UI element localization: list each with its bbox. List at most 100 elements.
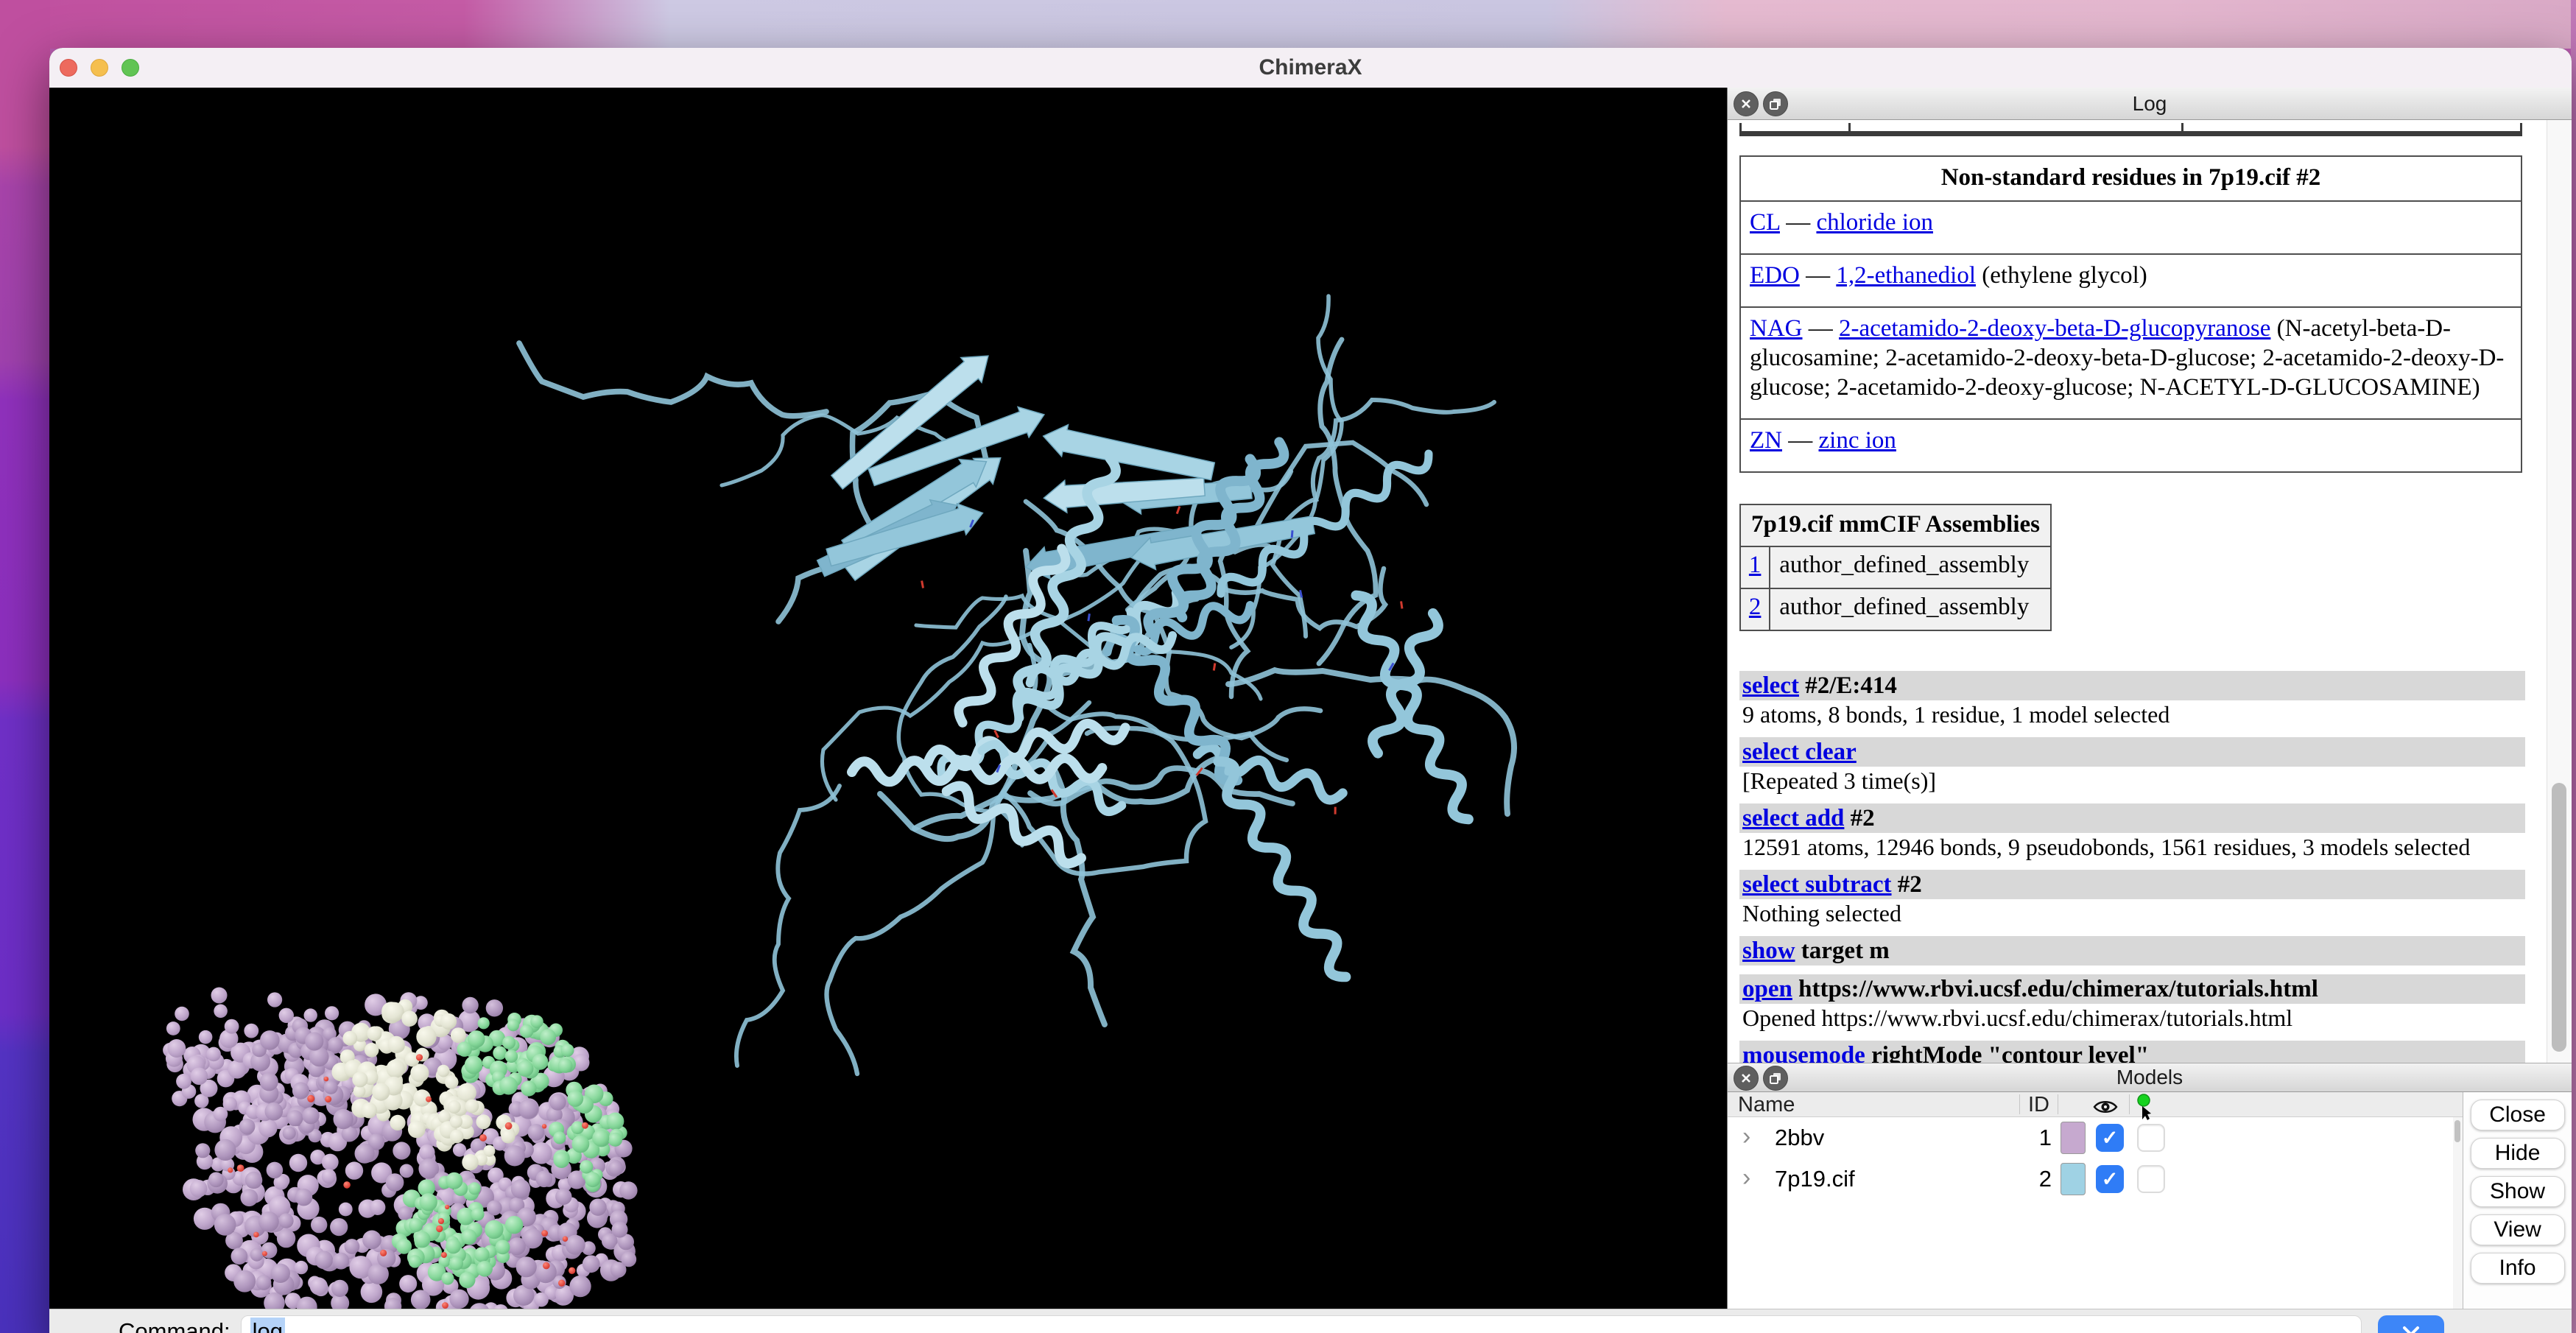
residue-row: ZN — zinc ion [1740,419,2522,472]
log-entry: select add #2 12591 atoms, 12946 bonds, … [1739,803,2535,861]
assembly-desc: author_defined_assembly [1770,546,2051,588]
spacefill-model-2bbv [163,988,638,1309]
log-scrollbar[interactable] [2547,120,2572,1063]
model-shown-checkbox[interactable]: ✓ [2096,1165,2124,1193]
ribbon-model-7p19 [519,296,1514,1074]
log-entry: select clear [Repeated 3 time(s)] [1739,737,2535,795]
model-id: 1 [2022,1125,2052,1151]
command-response: [Repeated 3 time(s)] [1739,767,2535,795]
command-help-link[interactable]: select subtract [1742,871,1892,898]
command-response: 9 atoms, 8 bonds, 1 residue, 1 model sel… [1739,700,2535,728]
wallpaper-top [0,0,2576,49]
residue-row: CL — chloride ion [1740,201,2522,254]
residue-code-link[interactable]: NAG [1750,315,1803,342]
close-model-button[interactable]: Close [2471,1100,2565,1130]
model-id: 2 [2022,1166,2052,1192]
wallpaper-left [0,0,50,1333]
log-undock-button[interactable] [1763,91,1788,116]
model-select-checkbox[interactable] [2137,1165,2165,1193]
models-close-button[interactable] [1734,1066,1759,1091]
show-model-button[interactable]: Show [2471,1176,2565,1207]
command-response: Nothing selected [1739,899,2535,927]
models-body: Name ID › 2bbv [1728,1092,2572,1309]
residue-name-link[interactable]: chloride ion [1816,209,1933,236]
models-table-header: Name ID [1728,1092,2463,1117]
right-panel: Log Non-standard residues in 7p19.cif #2… [1727,88,2572,1309]
view-model-button[interactable]: View [2471,1214,2565,1245]
zoom-window-button[interactable] [122,59,139,77]
close-icon [1739,1072,1753,1085]
residue-row: EDO — 1,2-ethanediol (ethylene glycol) [1740,254,2522,307]
window-titlebar: ChimeraX [49,48,2572,88]
column-name: Name [1738,1092,1795,1117]
undock-icon [1769,1072,1782,1085]
chimerax-window: ChimeraX [49,48,2572,1333]
log-entries: select #2/E:414 9 atoms, 8 bonds, 1 resi… [1739,671,2535,1063]
command-help-link[interactable]: mousemode [1742,1042,1865,1063]
command-response: Opened https://www.rbvi.ucsf.edu/chimera… [1739,1004,2535,1032]
command-help-link[interactable]: select [1742,672,1799,699]
models-titlebar: Models [1728,1063,2572,1092]
window-title: ChimeraX [1259,55,1362,80]
command-label: Command: [119,1315,230,1333]
disclosure-chevron-icon[interactable]: › [1742,1164,1750,1192]
minimize-window-button[interactable] [91,59,108,77]
command-selected-text: log [250,1318,285,1333]
assembly-id-link[interactable]: 1 [1749,552,1762,578]
log-entry: select subtract #2 Nothing selected [1739,870,2535,927]
assembly-desc: author_defined_assembly [1770,588,2051,630]
command-response: 12591 atoms, 12946 bonds, 9 pseudobonds,… [1739,833,2535,861]
command-help-link[interactable]: show [1742,938,1795,964]
nonstandard-residues-table: Non-standard residues in 7p19.cif #2 CL … [1739,155,2522,473]
residues-table-title: Non-standard residues in 7p19.cif #2 [1740,156,2522,201]
model-row-7p19[interactable]: › 7p19.cif 2 ✓ [1728,1158,2463,1200]
models-undock-button[interactable] [1763,1066,1788,1091]
hide-model-button[interactable]: Hide [2471,1138,2565,1169]
scrolled-table-edge [1739,124,2522,136]
models-table: Name ID › 2bbv [1728,1092,2463,1309]
model-color-swatch[interactable] [2061,1122,2086,1154]
model-row-2bbv[interactable]: › 2bbv 1 ✓ [1728,1117,2463,1158]
residue-code-link[interactable]: ZN [1750,427,1782,454]
close-icon [1739,97,1753,110]
models-panel-title: Models [2116,1066,2183,1089]
model-name: 2bbv [1775,1125,1824,1151]
command-bar: Command: log [49,1309,2572,1333]
model-select-checkbox[interactable] [2137,1124,2165,1152]
log-scrollbar-thumb[interactable] [2552,783,2566,1052]
command-help-link[interactable]: open [1742,976,1792,1002]
log-panel-title: Log [2133,92,2167,116]
command-help-link[interactable]: select clear [1742,739,1857,765]
residue-name-link[interactable]: zinc ion [1819,427,1896,454]
command-input[interactable]: log [241,1315,2362,1333]
residue-code-link[interactable]: CL [1750,209,1780,236]
log-titlebar: Log [1728,88,2572,120]
assemblies-table: 7p19.cif mmCIF Assemblies 1 author_defin… [1739,504,2052,631]
log-entry: open https://www.rbvi.ucsf.edu/chimerax/… [1739,974,2535,1032]
command-help-link[interactable]: select add [1742,805,1844,831]
log-content: Non-standard residues in 7p19.cif #2 CL … [1728,120,2572,1063]
assembly-id-link[interactable]: 2 [1749,594,1762,620]
log-entry: show target m [1739,936,2535,966]
assemblies-table-title: 7p19.cif mmCIF Assemblies [1740,504,2051,546]
log-entry: select #2/E:414 9 atoms, 8 bonds, 1 resi… [1739,671,2535,728]
residue-name-link[interactable]: 1,2-ethanediol [1836,262,1976,289]
undock-icon [1769,97,1782,110]
log-entry: mousemode rightMode "contour level" [Rep… [1739,1041,2535,1063]
models-scrollbar[interactable] [2453,1117,2463,1309]
residue-name-link[interactable]: 2-acetamido-2-deoxy-beta-D-glucopyranose [1839,315,2270,342]
chevron-down-icon [2400,1325,2422,1333]
disclosure-chevron-icon[interactable]: › [1742,1122,1750,1151]
model-shown-checkbox[interactable]: ✓ [2096,1124,2124,1152]
close-window-button[interactable] [60,59,77,77]
models-buttons: Close Hide Show View Info [2463,1092,2572,1309]
models-scrollbar-thumb[interactable] [2454,1120,2460,1142]
info-model-button[interactable]: Info [2471,1253,2565,1284]
molecule-render [49,88,1727,1309]
log-close-button[interactable] [1734,91,1759,116]
wallpaper-right [2571,0,2576,1333]
3d-viewport[interactable] [49,88,1727,1309]
command-history-dropdown[interactable] [2378,1315,2444,1333]
residue-code-link[interactable]: EDO [1750,262,1800,289]
model-color-swatch[interactable] [2061,1163,2086,1195]
